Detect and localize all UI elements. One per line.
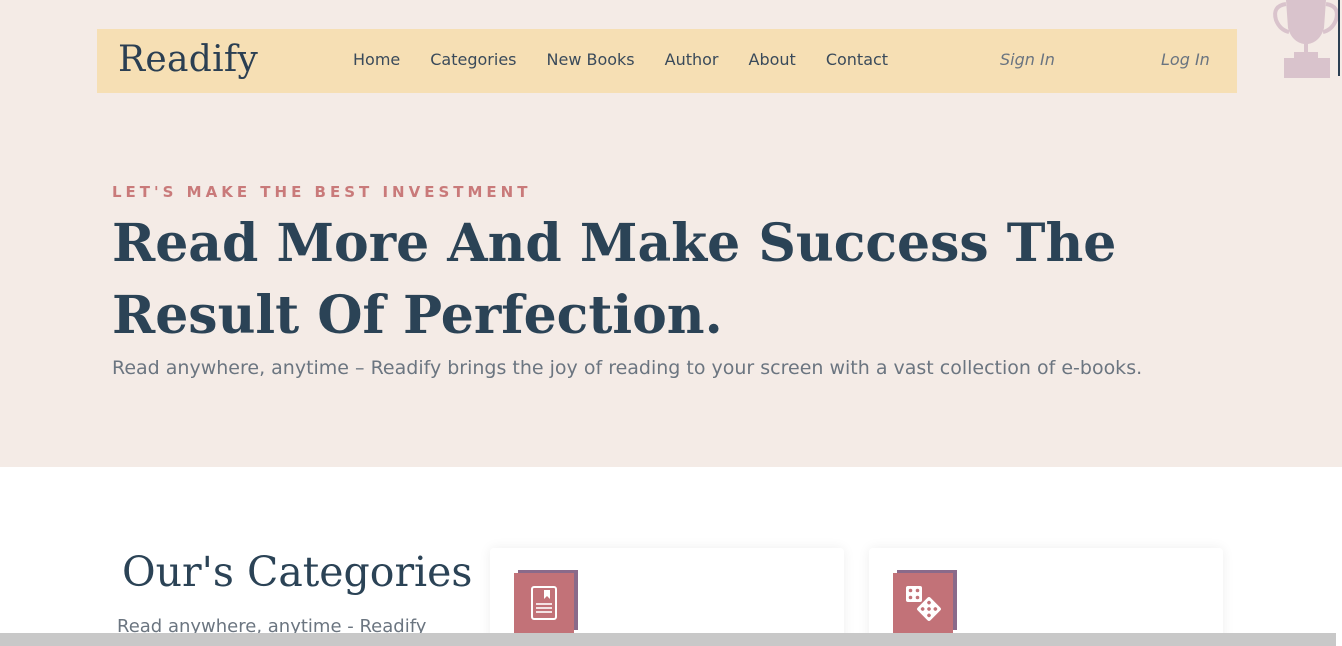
- nav-links: Home Categories New Books Author About C…: [353, 50, 888, 69]
- hero-title: Read More And Make Success The Result Of…: [112, 213, 1117, 346]
- nav-link-home[interactable]: Home: [353, 50, 400, 69]
- dice-icon: [893, 573, 953, 633]
- nav-link-categories[interactable]: Categories: [430, 50, 516, 69]
- horizontal-scrollbar[interactable]: [0, 633, 1336, 646]
- hero-subtitle: Read anywhere, anytime – Readify brings …: [112, 357, 1143, 379]
- nav-link-about[interactable]: About: [749, 50, 796, 69]
- log-in-link[interactable]: Log In: [1161, 50, 1210, 69]
- hero-kicker: LET'S MAKE THE BEST INVESTMENT: [112, 183, 532, 201]
- category-card[interactable]: [869, 548, 1223, 646]
- sign-in-link[interactable]: Sign In: [1000, 50, 1055, 69]
- navbar: Readify Home Categories New Books Author…: [97, 29, 1237, 93]
- trophy-icon: [1273, 0, 1340, 78]
- logo[interactable]: Readify: [118, 39, 258, 80]
- nav-link-author[interactable]: Author: [665, 50, 719, 69]
- nav-link-new-books[interactable]: New Books: [547, 50, 635, 69]
- categories-title: Our's Categories: [122, 548, 473, 596]
- nav-link-contact[interactable]: Contact: [826, 50, 888, 69]
- book-icon: [514, 573, 574, 633]
- category-card[interactable]: [490, 548, 844, 646]
